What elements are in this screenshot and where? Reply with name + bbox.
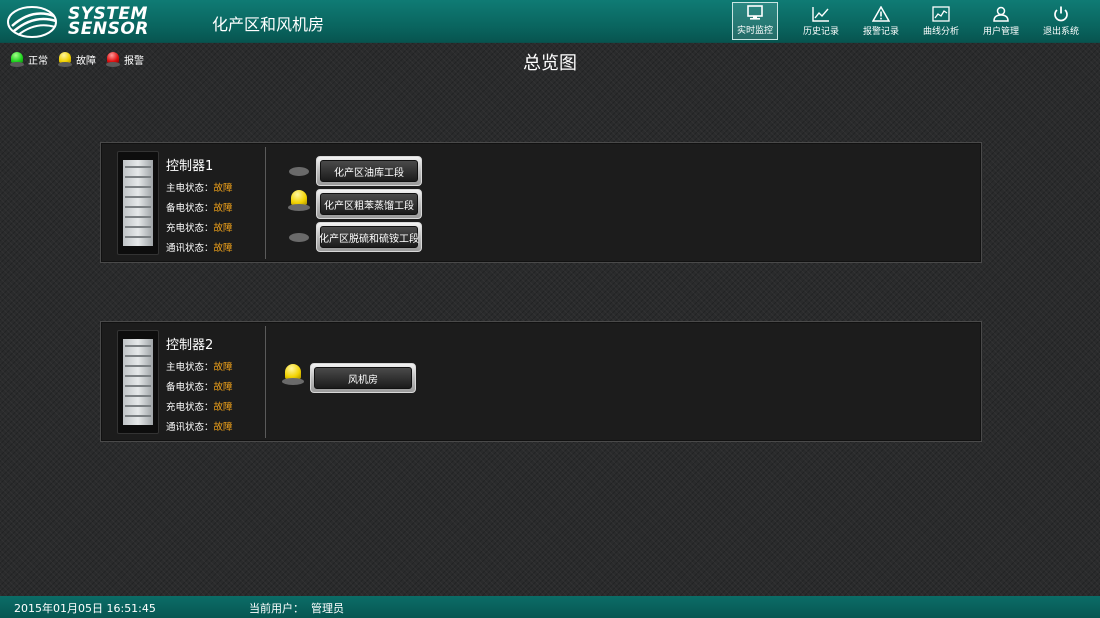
panel-divider bbox=[265, 147, 266, 259]
controller-status-list: 主电状态：故障 备电状态：故障 充电状态：故障 通讯状态：故障 bbox=[166, 180, 233, 260]
datetime: 2015年01月05日 16:51:45 bbox=[14, 602, 156, 615]
zone-button-benzene-distillation[interactable]: 化产区粗苯蒸馏工段 bbox=[316, 189, 422, 219]
controller-status-list: 主电状态：故障 备电状态：故障 充电状态：故障 通讯状态：故障 bbox=[166, 359, 233, 439]
status-row-main-power: 主电状态：故障 bbox=[166, 362, 233, 373]
nav-exit-system[interactable]: 退出系统 bbox=[1032, 2, 1090, 40]
nav-label: 曲线分析 bbox=[922, 27, 959, 37]
zone-button-fan-room[interactable]: 风机房 bbox=[310, 363, 416, 393]
monitor-icon bbox=[747, 5, 763, 20]
nav-label: 历史记录 bbox=[802, 27, 839, 37]
nav-curve-analysis[interactable]: 曲线分析 bbox=[912, 2, 970, 40]
controller-panel-1: 控制器1 主电状态：故障 备电状态：故障 充电状态：故障 通讯状态：故障 化产区… bbox=[100, 142, 982, 263]
page-title: 总览图 bbox=[523, 53, 577, 74]
app-title: 化产区和风机房 bbox=[212, 15, 325, 34]
nav-label: 报警记录 bbox=[862, 27, 899, 37]
power-icon bbox=[1054, 6, 1068, 22]
nav-alarm-records[interactable]: 报警记录 bbox=[852, 2, 910, 40]
logo-swoosh-icon bbox=[7, 6, 57, 38]
status-row-backup-power: 备电状态：故障 bbox=[166, 203, 233, 214]
controller-panel-2: 控制器2 主电状态：故障 备电状态：故障 充电状态：故障 通讯状态：故障 风机房 bbox=[100, 321, 982, 442]
zone-row: 化产区脱硫和硫铵工段 bbox=[288, 222, 422, 252]
zone-off-light-icon bbox=[288, 229, 310, 245]
status-row-backup-power: 备电状态：故障 bbox=[166, 382, 233, 393]
zone-button-oil-depot[interactable]: 化产区油库工段 bbox=[316, 156, 422, 186]
cabinet-icon bbox=[117, 151, 159, 255]
zone-off-light-icon bbox=[288, 163, 310, 179]
nav-label: 退出系统 bbox=[1042, 27, 1079, 37]
user-icon bbox=[993, 6, 1009, 22]
nav-label: 用户管理 bbox=[982, 27, 1019, 37]
controller-name: 控制器1 bbox=[166, 159, 214, 174]
zone-fault-light-icon bbox=[282, 364, 304, 386]
nav-user-management[interactable]: 用户管理 bbox=[972, 2, 1030, 40]
warning-icon bbox=[872, 6, 890, 22]
main-nav: 实时监控 历史记录 报警记录 曲线分析 用户管理 退出系统 bbox=[730, 2, 1090, 40]
nav-history-records[interactable]: 历史记录 bbox=[792, 2, 850, 40]
nav-realtime-monitor[interactable]: 实时监控 bbox=[732, 2, 778, 40]
zone-fault-light-icon bbox=[288, 190, 310, 212]
zone-row: 化产区油库工段 bbox=[288, 156, 422, 186]
status-bar: 2015年01月05日 16:51:45 当前用户： 管理员 bbox=[0, 596, 1100, 618]
nav-label: 实时监控 bbox=[736, 26, 773, 36]
line-chart-icon bbox=[812, 7, 829, 22]
status-row-communication: 通讯状态：故障 bbox=[166, 243, 233, 254]
system-sensor-logo: SYSTEM SENSOR bbox=[6, 4, 196, 40]
zone-row: 化产区粗苯蒸馏工段 bbox=[288, 189, 422, 219]
cabinet-icon bbox=[117, 330, 159, 434]
zone-button-desulfurization[interactable]: 化产区脱硫和硫铵工段 bbox=[316, 222, 422, 252]
controller-name: 控制器2 bbox=[166, 338, 214, 353]
curve-chart-icon bbox=[932, 6, 950, 22]
status-row-main-power: 主电状态：故障 bbox=[166, 183, 233, 194]
current-user-name: 管理员 bbox=[311, 602, 344, 615]
status-row-communication: 通讯状态：故障 bbox=[166, 422, 233, 433]
status-row-charging: 充电状态：故障 bbox=[166, 223, 233, 234]
current-user-label: 当前用户： bbox=[249, 602, 304, 615]
panel-divider bbox=[265, 326, 266, 438]
zone-row: 风机房 bbox=[282, 363, 416, 393]
header-bar: SYSTEM SENSOR 化产区和风机房 实时监控 历史记录 报警记录 曲线分… bbox=[0, 0, 1100, 43]
logo-text-line2: SENSOR bbox=[68, 19, 149, 39]
status-row-charging: 充电状态：故障 bbox=[166, 402, 233, 413]
